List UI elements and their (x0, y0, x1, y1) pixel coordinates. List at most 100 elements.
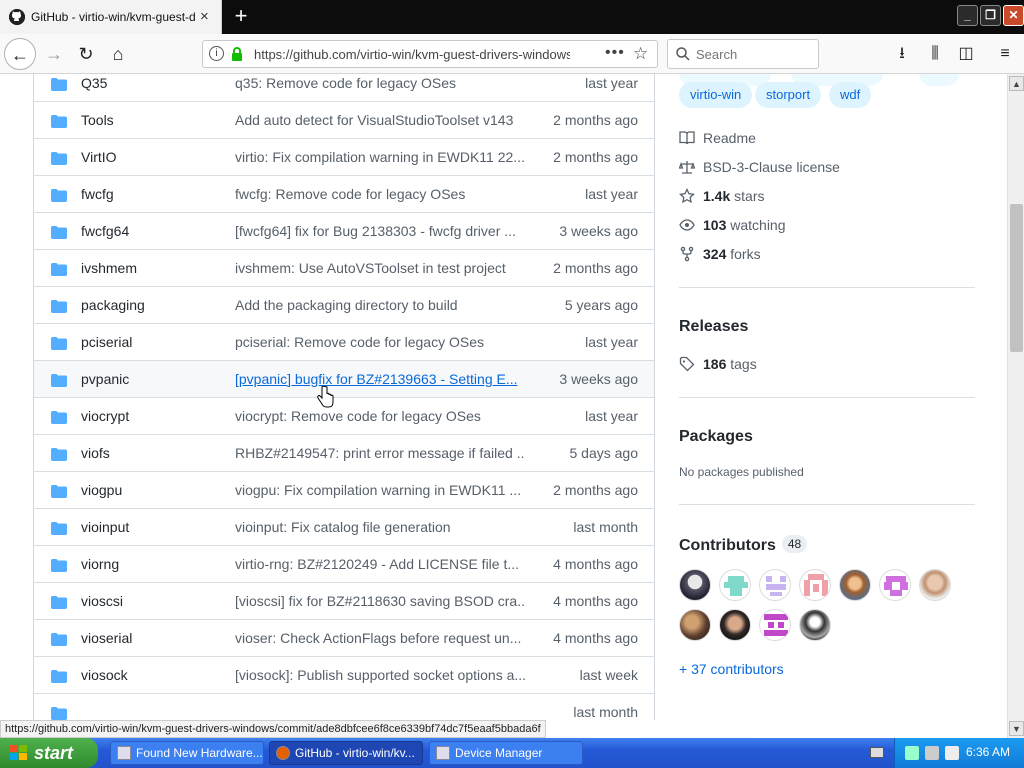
file-row[interactable]: viosock [viosock]: Publish supported sock… (34, 656, 654, 693)
file-name-link[interactable]: Tools (81, 112, 114, 128)
file-name-link[interactable]: Q35 (81, 75, 107, 91)
avatar[interactable] (719, 609, 751, 641)
scroll-up-icon[interactable]: ▲ (1009, 76, 1024, 91)
file-row[interactable]: viorng virtio-rng: BZ#2120249 - Add LICEN… (34, 545, 654, 582)
close-window-button[interactable]: ✕ (1003, 5, 1024, 26)
lock-icon[interactable] (231, 47, 243, 61)
file-name-link[interactable]: fwcfg (81, 186, 114, 202)
reload-button[interactable]: ↻ (70, 38, 102, 70)
file-row[interactable]: ivshmem ivshmem: Use AutoVSToolset in tes… (34, 249, 654, 286)
commit-message-link[interactable]: vioser: Check ActionFlags before request… (235, 630, 525, 646)
commit-message-link[interactable]: fwcfg: Remove code for legacy OSes (235, 186, 525, 202)
file-row[interactable]: last month (34, 693, 654, 720)
file-row[interactable]: Q35 q35: Remove code for legacy OSes last … (34, 74, 654, 101)
packages-heading[interactable]: Packages (679, 428, 753, 446)
file-row[interactable]: viocrypt viocrypt: Remove code for legacy… (34, 397, 654, 434)
file-row[interactable]: viofs RHBZ#2149547: print error message i… (34, 434, 654, 471)
keyboard-icon[interactable] (870, 747, 884, 758)
file-name-link[interactable]: vioinput (81, 519, 129, 535)
commit-message-link[interactable]: [vioscsi] fix for BZ#2118630 saving BSOD… (235, 593, 525, 609)
watchers-link[interactable]: 103 watching (679, 217, 786, 237)
info-icon[interactable]: i (209, 46, 224, 61)
releases-heading[interactable]: Releases (679, 318, 748, 336)
file-name-link[interactable]: viogpu (81, 482, 122, 498)
file-row[interactable]: fwcfg fwcfg: Remove code for legacy OSes l… (34, 175, 654, 212)
commit-message-link[interactable]: [fwcfg64] fix for Bug 2138303 - fwcfg dr… (235, 223, 525, 239)
avatar[interactable] (799, 609, 831, 641)
file-name-link[interactable]: pciserial (81, 334, 132, 350)
avatar[interactable] (679, 569, 711, 601)
file-row[interactable]: vioscsi [vioscsi] fix for BZ#2118630 savi… (34, 582, 654, 619)
new-tab-button[interactable]: + (230, 4, 252, 28)
library-icon[interactable]: ⫼ (923, 42, 947, 66)
file-name-link[interactable]: viosock (81, 667, 128, 683)
close-tab-icon[interactable]: × (200, 8, 209, 25)
download-icon[interactable]: ⭳ (890, 42, 914, 66)
topic-tag[interactable]: wdf (829, 82, 872, 108)
back-button[interactable]: ← (4, 38, 36, 70)
taskbar-item-active[interactable]: GitHub - virtio-win/kv... (269, 741, 423, 765)
topic-tag[interactable]: storport (755, 82, 822, 108)
minimize-button[interactable]: _ (957, 5, 978, 26)
commit-message-link[interactable]: q35: Remove code for legacy OSes (235, 75, 525, 91)
vertical-scrollbar[interactable]: ▲ ▼ (1007, 74, 1024, 738)
avatar[interactable] (759, 569, 791, 601)
sidebar-toggle-icon[interactable]: ◫ (954, 42, 978, 66)
avatar[interactable] (879, 569, 911, 601)
file-row[interactable]: pciserial pciserial: Remove code for lega… (34, 323, 654, 360)
bookmark-star-icon[interactable]: ☆ (633, 44, 648, 64)
commit-message-link[interactable]: Add the packaging directory to build (235, 297, 525, 313)
search-input[interactable] (696, 46, 814, 62)
file-row[interactable]: VirtIO virtio: Fix compilation warning in… (34, 138, 654, 175)
home-button[interactable]: ⌂ (102, 38, 134, 70)
file-name-link[interactable]: pvpanic (81, 371, 129, 387)
commit-message-link[interactable]: [pvpanic] bugfix for BZ#2139663 - Settin… (235, 371, 525, 387)
license-link[interactable]: BSD-3-Clause license (679, 159, 840, 179)
scroll-down-icon[interactable]: ▼ (1009, 721, 1024, 736)
taskbar-item[interactable]: Found New Hardware... (110, 741, 264, 765)
taskbar-item[interactable]: Device Manager (429, 741, 583, 765)
tab-github[interactable]: GitHub - virtio-win/kvm-guest-drivers-wi… (0, 0, 222, 34)
scroll-thumb[interactable] (1010, 204, 1023, 352)
tags-link[interactable]: 186 tags (679, 356, 757, 376)
avatar[interactable] (719, 569, 751, 601)
avatar[interactable] (679, 609, 711, 641)
page-actions-icon[interactable]: ••• (605, 44, 625, 62)
file-name-link[interactable]: packaging (81, 297, 145, 313)
url-text[interactable]: https://github.com/virtio-win/kvm-guest-… (254, 47, 570, 62)
commit-message-link[interactable]: viocrypt: Remove code for legacy OSes (235, 408, 525, 424)
commit-message-link[interactable]: ivshmem: Use AutoVSToolset in test proje… (235, 260, 525, 276)
file-name-link[interactable]: vioserial (81, 630, 132, 646)
avatar[interactable] (919, 569, 951, 601)
contributors-heading[interactable]: Contributors 48 (679, 535, 808, 555)
more-contributors-link[interactable]: + 37 contributors (679, 661, 784, 681)
maximize-button[interactable]: ❐ (980, 5, 1001, 26)
search-box[interactable] (667, 39, 819, 69)
topic-tag-hidden[interactable] (919, 74, 959, 86)
commit-message-link[interactable]: pciserial: Remove code for legacy OSes (235, 334, 525, 350)
file-row[interactable]: viogpu viogpu: Fix compilation warning in… (34, 471, 654, 508)
file-name-link[interactable]: ivshmem (81, 260, 137, 276)
file-name-link[interactable]: fwcfg64 (81, 223, 129, 239)
menu-icon[interactable]: ≡ (993, 42, 1017, 66)
file-name-link[interactable]: VirtIO (81, 149, 117, 165)
commit-message-link[interactable]: RHBZ#2149547: print error message if fai… (235, 445, 525, 461)
file-row[interactable]: fwcfg64 [fwcfg64] fix for Bug 2138303 - f… (34, 212, 654, 249)
readme-link[interactable]: Readme (679, 130, 756, 150)
file-row[interactable]: packaging Add the packaging directory to … (34, 286, 654, 323)
avatar[interactable] (759, 609, 791, 641)
tray-icon[interactable] (945, 746, 959, 760)
forward-button[interactable]: → (38, 38, 70, 70)
stars-link[interactable]: 1.4k stars (679, 188, 764, 208)
commit-message-link[interactable]: Add auto detect for VisualStudioToolset … (235, 112, 525, 128)
avatar[interactable] (839, 569, 871, 601)
network-icon[interactable] (905, 746, 919, 760)
url-bar[interactable]: i https://github.com/virtio-win/kvm-gues… (202, 40, 658, 68)
forks-link[interactable]: 324 forks (679, 246, 761, 266)
start-button[interactable]: start (0, 738, 98, 768)
file-name-link[interactable]: vioscsi (81, 593, 123, 609)
file-name-link[interactable]: viorng (81, 556, 119, 572)
file-row[interactable]: vioinput vioinput: Fix catalog file gener… (34, 508, 654, 545)
file-row[interactable]: pvpanic [pvpanic] bugfix for BZ#2139663 -… (34, 360, 654, 397)
commit-message-link[interactable]: virtio-rng: BZ#2120249 - Add LICENSE fil… (235, 556, 525, 572)
